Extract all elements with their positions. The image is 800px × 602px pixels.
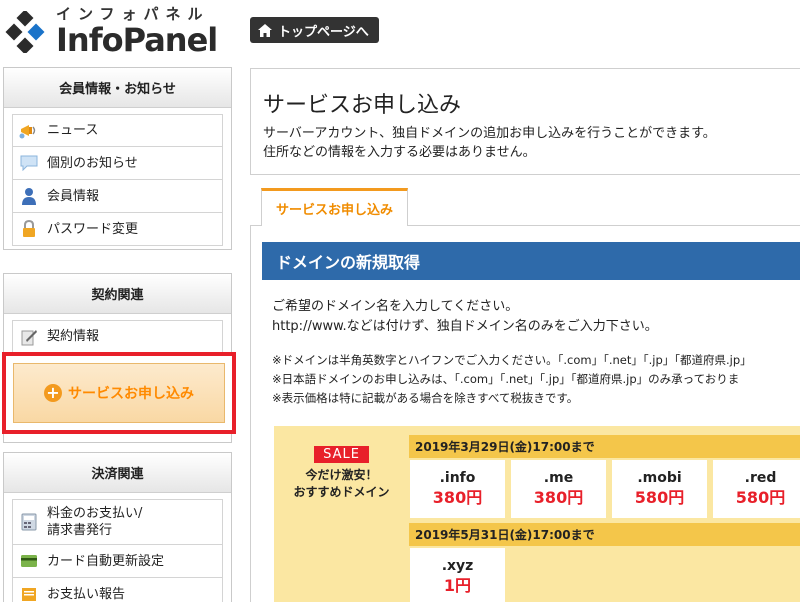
megaphone-icon (19, 121, 39, 141)
page-description-line: サーバーアカウント、独自ドメインの追加お申し込みを行うことができます。 (263, 126, 716, 141)
domain-price: 580円 (735, 488, 786, 507)
sale-tagline: おすすめドメイン (293, 485, 390, 499)
logo[interactable]: インフォパネル InfoPanel (0, 0, 230, 60)
logo-mark-icon (5, 11, 45, 53)
intro-line: http://www.などは付けず、独自ドメイン名のみをご入力下さい。 (272, 319, 658, 334)
sidebar-item-label: 契約情報 (47, 329, 100, 344)
page-description-line: 住所などの情報を入力する必要はありません。 (263, 145, 536, 160)
note-line: ※日本語ドメインのお申し込みは、「.com」「.net」「.jp」「都道府県.j… (272, 372, 740, 386)
domain-row: .info 380円 .me 380円 .mobi 580円 .red 580円 (409, 460, 800, 518)
sidebar-item-label: ニュース (47, 123, 99, 138)
sidebar-item-label: 料金のお支払い/ 請求書発行 (47, 506, 143, 538)
sidebar-item-label: パスワード変更 (47, 221, 139, 237)
intro-text: ご希望のドメイン名を入力してください。 http://www.などは付けず、独自… (272, 297, 658, 337)
service-apply-label: サービスお申し込み (68, 386, 194, 402)
sidebar-contract-title: 契約関連 (4, 274, 231, 314)
tab-service-apply[interactable]: サービスお申し込み (261, 188, 408, 226)
domain-name: .me (543, 470, 574, 486)
sale-deadline: 2019年5月31日(金)17:00まで (409, 523, 800, 546)
service-apply-button[interactable]: + サービスお申し込み (13, 363, 225, 423)
domain-card-me[interactable]: .me 380円 (511, 460, 606, 518)
page-title: サービスお申し込み (263, 93, 462, 118)
notes-text: ※ドメインは半角英数字とハイフンでご入力ください。「.com」「.net」「.j… (272, 351, 752, 408)
lock-icon (19, 219, 39, 239)
plus-circle-icon: + (44, 384, 62, 402)
domain-name: .xyz (441, 558, 474, 574)
apply-button-highlight: + サービスお申し込み (2, 352, 236, 434)
top-page-label: トップページへ (278, 24, 369, 40)
intro-line: ご希望のドメイン名を入力してください。 (272, 299, 519, 314)
sale-label-block: SALE 今だけ激安！ おすすめドメイン (274, 426, 409, 602)
domain-name: .red (744, 470, 777, 486)
domain-price: 380円 (533, 488, 584, 507)
sale-tagline: 今だけ激安！ (305, 468, 378, 482)
sidebar-item-label: 会員情報 (47, 188, 100, 204)
sidebar-payment-title: 決済関連 (4, 453, 231, 493)
sidebar-item-card-renewal[interactable]: カード自動更新設定 (12, 545, 223, 578)
sidebar-item-personal-notice[interactable]: 個別のお知らせ (12, 147, 223, 180)
domain-price: 580円 (634, 488, 685, 507)
sidebar-item-label: 個別のお知らせ (47, 155, 138, 171)
note-line: ※表示価格は特に記載がある場合を除きすべて税抜きです。 (272, 391, 579, 405)
home-icon (258, 23, 272, 37)
sidebar-item-news[interactable]: ニュース (12, 114, 223, 147)
person-icon (19, 186, 39, 206)
sidebar-item-member-info[interactable]: 会員情報 (12, 180, 223, 213)
speech-bubble-icon (19, 153, 39, 173)
sale-deadline: 2019年3月29日(金)17:00まで (409, 435, 800, 458)
domain-card-red[interactable]: .red 580円 (713, 460, 800, 518)
sidebar-item-payment-report[interactable]: お支払い報告 (12, 578, 223, 602)
section-title-bar: ドメインの新規取得 (262, 242, 800, 280)
sale-domain-area: SALE 今だけ激安！ おすすめドメイン 2019年3月29日(金)17:00ま… (274, 426, 800, 602)
domain-price: 1円 (443, 576, 472, 595)
domain-name: .info (439, 470, 476, 486)
domain-card-info[interactable]: .info 380円 (410, 460, 505, 518)
sidebar-payment-box: 決済関連 料金のお支払い/ 請求書発行 カード自動更新設定 お支払い報告 (3, 452, 232, 602)
sidebar-item-payment[interactable]: 料金のお支払い/ 請求書発行 (12, 499, 223, 545)
main-panel: ドメインの新規取得 ご希望のドメイン名を入力してください。 http://www… (250, 225, 800, 602)
report-icon (19, 584, 39, 602)
sidebar-member-title: 会員情報・お知らせ (4, 68, 231, 108)
sidebar-item-label: カード自動更新設定 (47, 553, 165, 569)
domain-card-mobi[interactable]: .mobi 580円 (612, 460, 707, 518)
sale-badge: SALE (314, 446, 369, 463)
page-description: サーバーアカウント、独自ドメインの追加お申し込みを行うことができます。 住所など… (263, 124, 716, 162)
document-pen-icon (19, 327, 39, 347)
domain-card-xyz[interactable]: .xyz 1円 (410, 548, 505, 602)
sidebar-member-box: 会員情報・お知らせ ニュース 個別のお知らせ 会員情報 パスワード変更 (3, 67, 232, 250)
domain-price: 380円 (432, 488, 483, 507)
sidebar-item-label: お支払い報告 (47, 586, 126, 602)
page-header-box: サービスお申し込み サーバーアカウント、独自ドメインの追加お申し込みを行うことが… (250, 68, 800, 175)
calculator-icon (19, 512, 39, 532)
top-page-button[interactable]: トップページへ (250, 17, 379, 43)
logo-name: InfoPanel (56, 21, 218, 59)
domain-row: .xyz 1円 (409, 548, 505, 602)
sidebar-item-password[interactable]: パスワード変更 (12, 213, 223, 246)
note-line: ※ドメインは半角英数字とハイフンでご入力ください。「.com」「.net」「.j… (272, 353, 752, 367)
domain-name: .mobi (637, 470, 682, 486)
sidebar-item-contract-info[interactable]: 契約情報 (12, 320, 223, 353)
credit-card-icon (19, 551, 39, 571)
